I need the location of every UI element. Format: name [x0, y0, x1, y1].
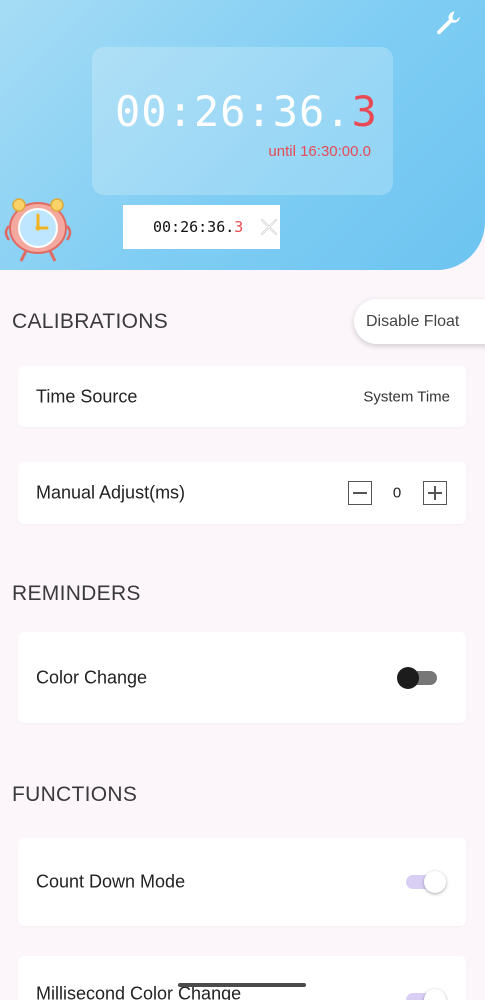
functions-title: FUNCTIONS: [12, 783, 138, 806]
time-source-row[interactable]: Time Source System Time: [18, 366, 466, 427]
main-timer-tenth: 3: [351, 87, 378, 136]
home-indicator: [178, 983, 306, 987]
wrench-icon: [437, 11, 460, 35]
manual-adjust-value: 0: [392, 484, 402, 502]
reminders-title: REMINDERS: [12, 582, 141, 605]
manual-adjust-row: Manual Adjust(ms) 0: [18, 462, 466, 524]
float-widget[interactable]: 00:26:36.3: [123, 205, 280, 249]
clock-panel: 00:26:36.3 until 16:30:00.0: [92, 47, 393, 195]
time-source-label: Time Source: [36, 386, 138, 406]
until-time: until 16:30:00.0: [268, 143, 371, 160]
clock-header: 00:26:36.3 until 16:30:00.0 00:26:36.3: [0, 0, 485, 270]
close-icon[interactable]: [259, 217, 279, 237]
disable-float-button[interactable]: Disable Float: [354, 299, 485, 344]
toggle-knob: [397, 667, 419, 689]
color-change-row[interactable]: Color Change: [18, 632, 466, 723]
toggle-knob: [424, 989, 446, 1000]
increment-button[interactable]: [423, 481, 447, 505]
calibrations-title: CALIBRATIONS: [12, 310, 169, 333]
settings-button[interactable]: [433, 8, 463, 38]
count-down-mode-row[interactable]: Count Down Mode: [18, 838, 466, 926]
time-source-value[interactable]: System Time: [363, 388, 450, 405]
decrement-button[interactable]: [348, 481, 372, 505]
float-timer-value: 00:26:36.: [153, 218, 235, 236]
manual-adjust-label: Manual Adjust(ms): [36, 482, 186, 503]
alarm-clock-mascot-icon: [4, 198, 72, 262]
float-timer-tenth: 3: [234, 218, 244, 236]
count-down-mode-label: Count Down Mode: [36, 871, 186, 892]
millisecond-color-change-row[interactable]: Millisecond Color Change: [18, 956, 466, 1000]
toggle-knob: [424, 871, 446, 893]
main-timer: 00:26:36.3: [115, 87, 378, 136]
float-timer: 00:26:36.3: [153, 218, 243, 236]
color-change-label: Color Change: [36, 667, 148, 687]
main-timer-value: 00:26:36.: [115, 87, 352, 136]
